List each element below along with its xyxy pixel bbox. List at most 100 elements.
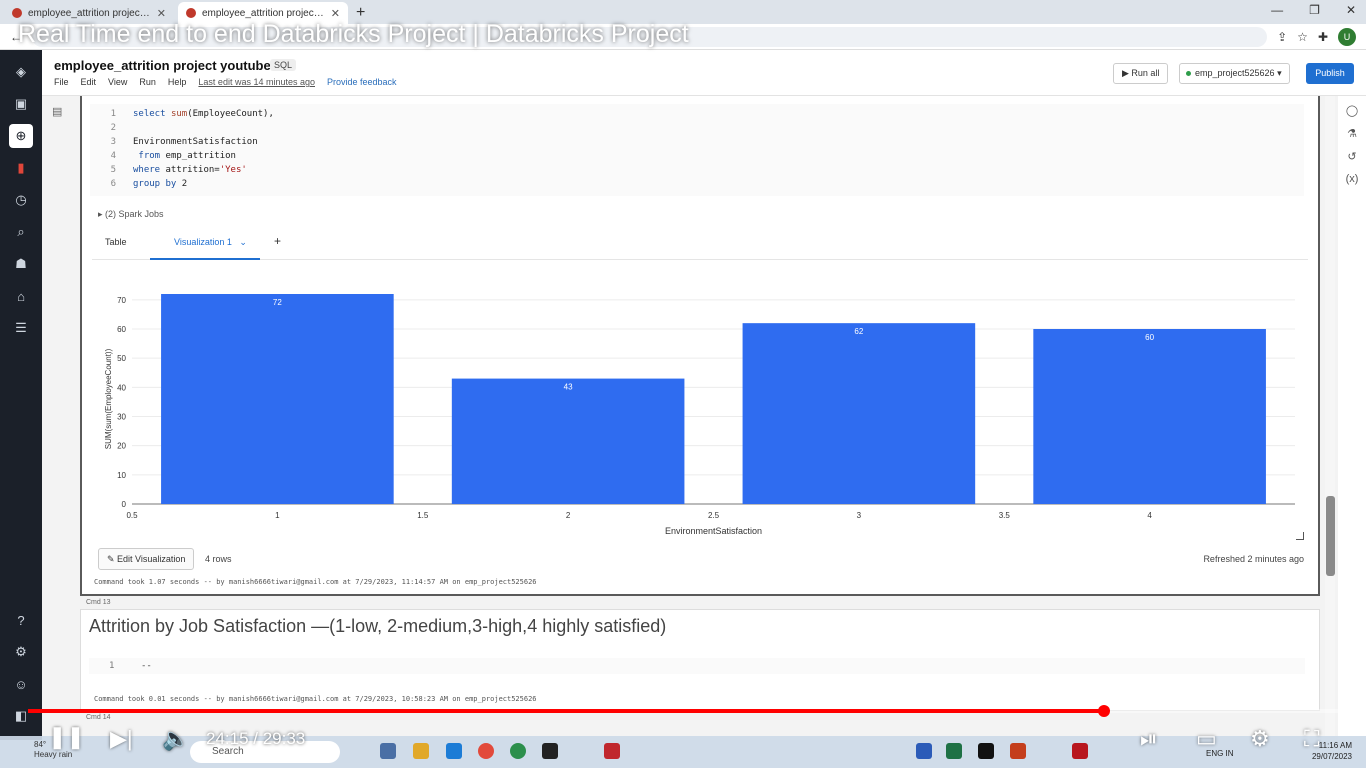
window-controls: — ❐ ✕ <box>1271 3 1356 17</box>
variables-icon[interactable]: (x) <box>1346 173 1359 185</box>
create-icon[interactable]: ⊕ <box>9 124 33 148</box>
y-axis-title: SUM(sum(EmployeeCount)) <box>104 348 113 449</box>
data-icon[interactable]: ☗ <box>9 252 33 276</box>
data-label: 62 <box>854 327 863 336</box>
help-icon[interactable]: ? <box>9 608 33 632</box>
x-tick-label: 1 <box>275 511 280 520</box>
captions-button[interactable]: ▭ <box>1196 726 1217 752</box>
profile-avatar[interactable]: U <box>1338 27 1356 46</box>
command-cell-13[interactable]: Attrition by Job Satisfaction —(1-low, 2… <box>80 609 1320 711</box>
experiment-icon[interactable]: ⚗ <box>1347 127 1357 140</box>
table-of-contents-icon[interactable]: ▤ <box>52 105 62 118</box>
menu-edit[interactable]: Edit <box>81 77 97 87</box>
data-label: 60 <box>1145 333 1154 342</box>
search-icon[interactable]: ⌕ <box>9 220 33 244</box>
language-selector[interactable]: SQL <box>270 59 297 71</box>
workspace-sidebar: ◈ ▣ ⊕ ▮ ◷ ⌕ ☗ ⌂ ☰ ? ⚙ ☺ ◧ <box>0 50 42 740</box>
code-text: EnvironmentSatisfaction <box>133 137 258 147</box>
workflows-icon[interactable]: ☰ <box>9 316 33 340</box>
x-tick-label: 3.5 <box>999 511 1011 520</box>
star-icon[interactable]: ☆ <box>1297 30 1308 44</box>
code-text: from emp_attrition <box>138 151 236 161</box>
video-progress-played <box>28 709 1104 713</box>
scrollbar-thumb[interactable] <box>1326 496 1335 576</box>
bar <box>742 323 976 504</box>
databricks-favicon-icon <box>12 8 22 18</box>
code-line: 4 from emp_attrition <box>90 151 236 165</box>
result-tabs: Table Visualization 1 ⌄ + <box>92 226 1308 260</box>
notebook-title[interactable]: employee_attrition project youtube <box>54 58 271 73</box>
command-took-text: Command took 0.01 seconds -- by manish66… <box>94 695 537 703</box>
notebook-header: employee_attrition project youtube SQL F… <box>42 50 1366 96</box>
settings-icon[interactable]: ⚙ <box>9 640 33 664</box>
close-tab-icon[interactable]: ✕ <box>157 7 166 20</box>
menu-file[interactable]: File <box>54 77 69 87</box>
x-tick-label: 3 <box>857 511 862 520</box>
run-all-button[interactable]: ▶ Run all <box>1113 63 1169 84</box>
provide-feedback-link[interactable]: Provide feedback <box>327 77 397 87</box>
user-icon[interactable]: ☺ <box>9 672 33 696</box>
menu-help[interactable]: Help <box>168 77 187 87</box>
resize-handle-icon[interactable] <box>1296 532 1304 540</box>
video-progress-knob[interactable] <box>1098 705 1110 717</box>
revision-history-icon[interactable]: ↺ <box>1347 150 1356 163</box>
spark-jobs-label: (2) Spark Jobs <box>105 209 164 219</box>
maximize-button[interactable]: ❐ <box>1309 3 1320 17</box>
databricks-favicon-icon <box>186 8 196 18</box>
x-tick-label: 4 <box>1147 511 1152 520</box>
x-tick-label: 2 <box>566 511 571 520</box>
menu-view[interactable]: View <box>108 77 127 87</box>
code-token: sum <box>170 109 188 119</box>
menu-run[interactable]: Run <box>139 77 156 87</box>
recents-icon[interactable]: ◷ <box>9 188 33 212</box>
databricks-logo-icon[interactable]: ◈ <box>9 60 33 84</box>
command-took-text: Command took 1.07 seconds -- by manish66… <box>94 578 537 586</box>
fullscreen-icon[interactable]: ⛶ <box>1304 726 1319 752</box>
compute-icon[interactable]: ⌂ <box>9 284 33 308</box>
edit-visualization-button[interactable]: ✎ Edit Visualization <box>98 548 195 570</box>
workspace-icon[interactable]: ▮ <box>9 156 33 180</box>
cluster-selector[interactable]: emp_project525626 ▾ <box>1179 63 1290 84</box>
tab-visualization-1[interactable]: Visualization 1 ⌄ <box>174 237 247 248</box>
last-edit-link[interactable]: Last edit was 14 minutes ago <box>198 77 315 87</box>
bar <box>1033 329 1266 504</box>
data-label: 72 <box>273 298 282 307</box>
x-tick-label: 1.5 <box>417 511 429 520</box>
scrollbar[interactable] <box>1325 96 1335 736</box>
pause-button[interactable]: ❚❚ <box>48 724 85 750</box>
publish-button[interactable]: Publish <box>1306 63 1354 84</box>
share-icon[interactable]: ⇪ <box>1277 30 1287 44</box>
line-number: 2 <box>110 123 116 133</box>
minimize-button[interactable]: — <box>1271 3 1283 17</box>
code-token: where <box>133 165 161 175</box>
close-window-button[interactable]: ✕ <box>1346 3 1356 17</box>
code-token: group by <box>133 179 177 189</box>
active-tab-indicator <box>150 258 260 260</box>
tab-table[interactable]: Table <box>105 237 127 247</box>
settings-gear-icon[interactable]: ⚙ <box>1250 726 1270 752</box>
extension-icon[interactable]: ✚ <box>1318 30 1328 44</box>
autoplay-toggle[interactable]: ⏯ <box>1140 726 1158 752</box>
line-number: 3 <box>110 137 116 147</box>
code-token: 'Yes' <box>219 165 247 175</box>
add-visualization-button[interactable]: + <box>274 234 281 248</box>
y-tick-label: 40 <box>117 383 126 392</box>
code-line: 2 <box>90 123 133 137</box>
spark-jobs-toggle[interactable]: ▸ (2) Spark Jobs <box>98 209 164 220</box>
line-number: 1 <box>109 661 115 671</box>
volume-icon[interactable]: 🔈 <box>162 726 189 752</box>
close-tab-icon[interactable]: ✕ <box>331 7 340 20</box>
line-number: 5 <box>110 165 116 175</box>
comments-icon[interactable]: ◯ <box>1346 104 1358 117</box>
chevron-down-icon: ⌄ <box>239 237 247 247</box>
code-editor[interactable]: 1 select sum(EmployeeCount), 2 3 Environme… <box>90 104 1304 196</box>
next-button[interactable]: ▶| <box>110 726 133 752</box>
video-time: 24:15 / 29:33 <box>206 729 306 748</box>
code-editor[interactable]: 1 -- <box>89 658 1305 674</box>
run-all-label: Run all <box>1131 68 1160 78</box>
y-tick-label: 0 <box>122 500 127 509</box>
x-tick-label: 0.5 <box>126 511 138 520</box>
browser-tab-label: employee_attrition project class <box>28 7 151 19</box>
workspace-switcher-icon[interactable]: ▣ <box>9 92 33 116</box>
video-title: Real Time end to end Databricks Project … <box>18 20 689 48</box>
